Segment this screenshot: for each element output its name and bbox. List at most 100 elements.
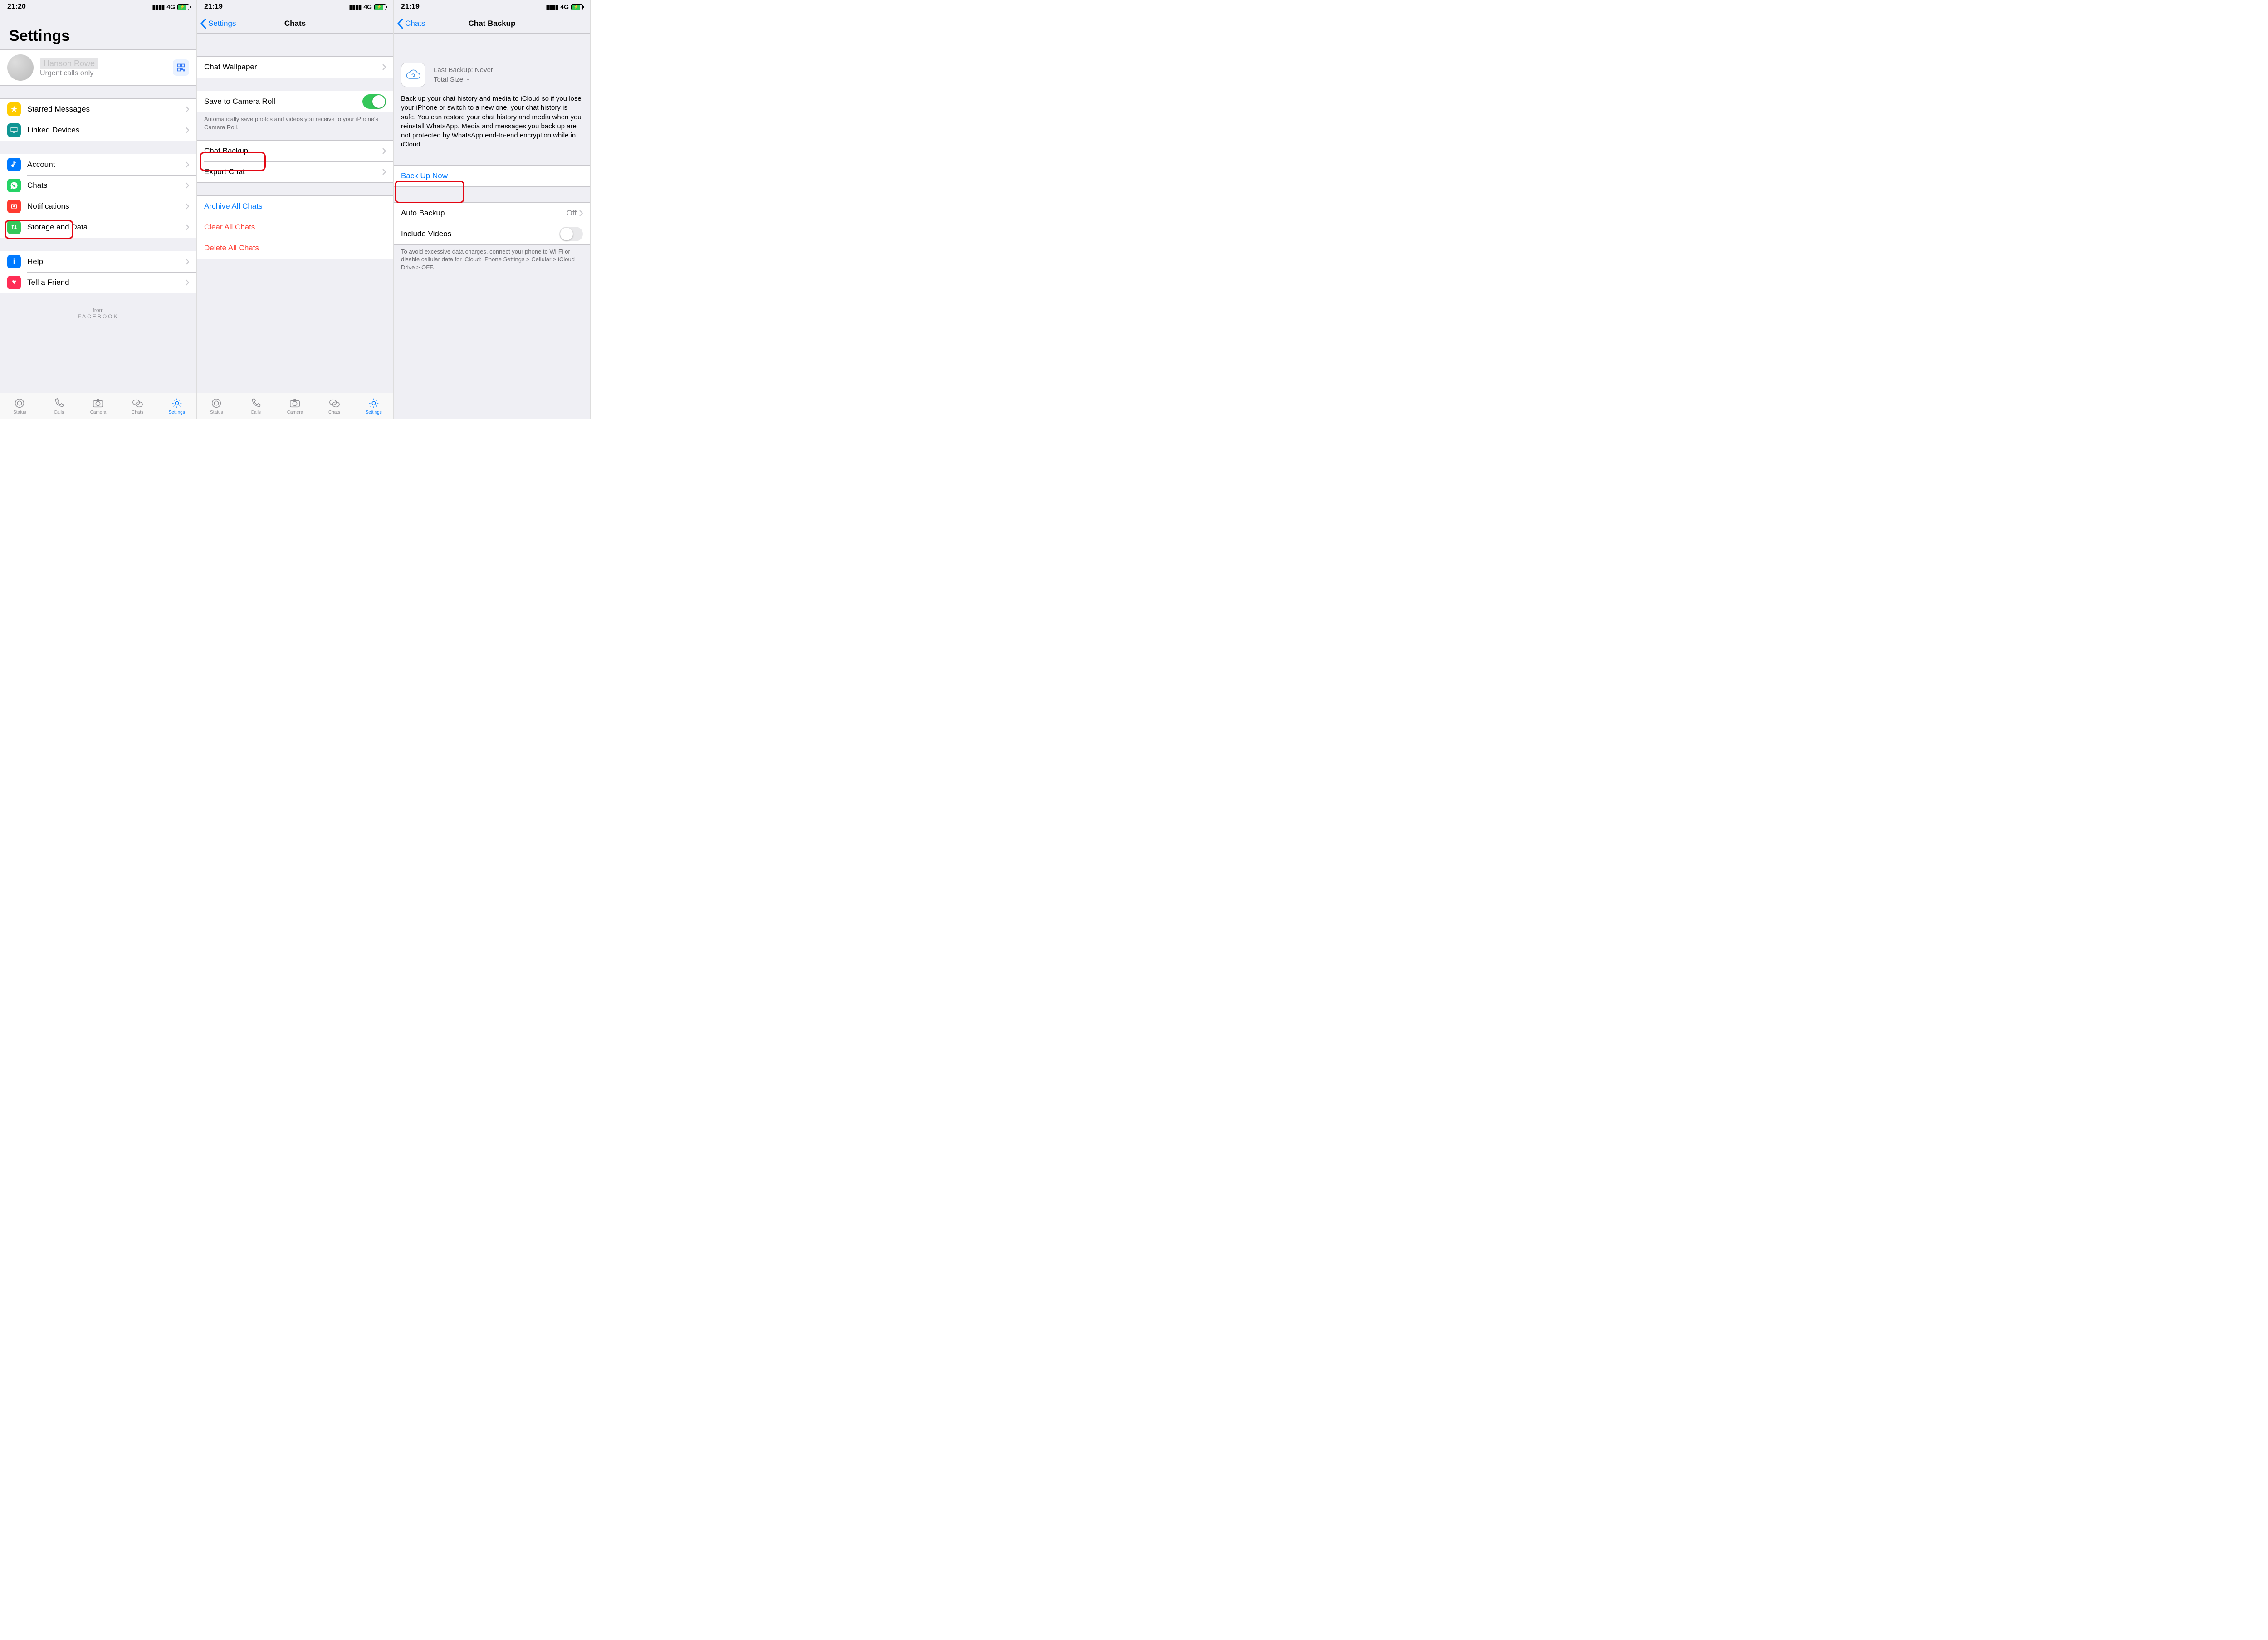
- row-label: Linked Devices: [27, 126, 186, 135]
- row-chat-wallpaper[interactable]: Chat Wallpaper: [197, 57, 393, 78]
- row-archive-all[interactable]: Archive All Chats: [197, 196, 393, 217]
- row-help[interactable]: i Help: [0, 251, 196, 272]
- back-button[interactable]: Chats: [397, 14, 425, 33]
- row-label: Notifications: [27, 202, 186, 211]
- tab-chats[interactable]: Chats: [118, 393, 157, 419]
- row-chat-backup[interactable]: Chat Backup: [197, 141, 393, 161]
- row-label: Delete All Chats: [204, 244, 386, 253]
- save-camera-note: Automatically save photos and videos you…: [197, 112, 393, 136]
- tab-label: Status: [210, 410, 223, 415]
- row-label: Chat Wallpaper: [204, 63, 382, 72]
- tab-label: Chats: [328, 410, 340, 415]
- status-bar: 21:19 ▮▮▮▮ 4G ⚡: [394, 0, 590, 14]
- row-tell-friend[interactable]: ♥ Tell a Friend: [0, 272, 196, 293]
- chevron-right-icon: [579, 210, 583, 216]
- tab-label: Camera: [287, 410, 303, 415]
- row-label: Account: [27, 160, 186, 169]
- row-chats[interactable]: Chats: [0, 175, 196, 196]
- row-backup-now[interactable]: Back Up Now: [394, 166, 590, 186]
- profile-name: Hanson Rowe: [40, 58, 98, 69]
- row-clear-all[interactable]: Clear All Chats: [197, 217, 393, 238]
- chevron-right-icon: [186, 127, 189, 133]
- updown-icon: [7, 220, 21, 234]
- total-size-value: -: [467, 76, 469, 83]
- row-label: Chats: [27, 181, 186, 190]
- status-bar: 21:20 ▮▮▮▮ 4G ⚡: [0, 0, 196, 14]
- row-label: Save to Camera Roll: [204, 97, 362, 106]
- qr-icon[interactable]: [173, 59, 189, 76]
- status-time: 21:19: [204, 3, 223, 11]
- row-account[interactable]: Account: [0, 154, 196, 175]
- toggle-save-camera[interactable]: [362, 94, 386, 109]
- row-starred-messages[interactable]: ★ Starred Messages: [0, 99, 196, 120]
- row-storage-data[interactable]: Storage and Data: [0, 217, 196, 238]
- back-button[interactable]: Settings: [200, 14, 236, 33]
- tab-bar: Status Calls Camera Chats Settings: [197, 393, 393, 419]
- row-label: Archive All Chats: [204, 202, 386, 211]
- tab-chats[interactable]: Chats: [315, 393, 354, 419]
- info-icon: i: [7, 255, 21, 268]
- page-title: Settings: [0, 14, 196, 49]
- row-delete-all[interactable]: Delete All Chats: [197, 238, 393, 259]
- avatar: [7, 54, 34, 81]
- signal-icon: ▮▮▮▮: [546, 3, 558, 11]
- tab-label: Calls: [251, 410, 261, 415]
- tab-settings[interactable]: Settings: [354, 393, 393, 419]
- nav-title: Chats: [284, 19, 306, 28]
- row-linked-devices[interactable]: Linked Devices: [0, 120, 196, 141]
- tab-label: Calls: [54, 410, 64, 415]
- row-label: Help: [27, 257, 186, 266]
- tab-status[interactable]: Status: [197, 393, 236, 419]
- battery-icon: ⚡: [177, 4, 189, 10]
- profile-row[interactable]: Hanson Rowe Urgent calls only: [0, 49, 196, 86]
- tab-calls[interactable]: Calls: [236, 393, 276, 419]
- chevron-right-icon: [382, 148, 386, 154]
- chevron-right-icon: [186, 182, 189, 189]
- network-label: 4G: [363, 3, 372, 10]
- screen-chats: 21:19 ▮▮▮▮ 4G ⚡ Settings Chats Chat Wall…: [197, 0, 394, 419]
- toggle-include-videos[interactable]: [559, 227, 583, 241]
- row-save-camera-roll[interactable]: Save to Camera Roll: [197, 91, 393, 112]
- row-value: Off: [567, 209, 577, 218]
- row-export-chat[interactable]: Export Chat: [197, 161, 393, 182]
- tab-camera[interactable]: Camera: [275, 393, 315, 419]
- tab-label: Camera: [90, 410, 107, 415]
- screen-settings: 21:20 ▮▮▮▮ 4G ⚡ Settings Hanson Rowe Urg…: [0, 0, 197, 419]
- row-label: Auto Backup: [401, 209, 567, 218]
- screen-chat-backup: 21:19 ▮▮▮▮ 4G ⚡ Chats Chat Backup Last B…: [394, 0, 591, 419]
- last-backup-label: Last Backup:: [434, 66, 473, 74]
- tab-calls[interactable]: Calls: [39, 393, 79, 419]
- row-notifications[interactable]: Notifications: [0, 196, 196, 217]
- backup-description: Back up your chat history and media to i…: [394, 90, 590, 154]
- tab-label: Chats: [132, 410, 143, 415]
- last-backup-value: Never: [475, 66, 493, 74]
- key-icon: [7, 158, 21, 171]
- nav-title: Chat Backup: [469, 19, 516, 28]
- wifi-note: To avoid excessive data charges, connect…: [394, 245, 590, 276]
- tab-label: Settings: [169, 410, 185, 415]
- from-footer: from FACEBOOK: [0, 307, 196, 320]
- row-label: Include Videos: [401, 229, 559, 239]
- signal-icon: ▮▮▮▮: [349, 3, 361, 11]
- tab-settings[interactable]: Settings: [157, 393, 196, 419]
- row-include-videos[interactable]: Include Videos: [394, 224, 590, 244]
- chevron-right-icon: [186, 161, 189, 168]
- row-label: Tell a Friend: [27, 278, 186, 287]
- tab-bar: Status Calls Camera Chats Settings: [0, 393, 196, 419]
- network-label: 4G: [166, 3, 175, 10]
- chevron-right-icon: [186, 259, 189, 265]
- cloud-icon: [401, 63, 425, 87]
- nav-bar: Chats Chat Backup: [394, 14, 590, 34]
- whatsapp-icon: [7, 179, 21, 192]
- star-icon: ★: [7, 102, 21, 116]
- chevron-right-icon: [186, 106, 189, 112]
- tab-status[interactable]: Status: [0, 393, 39, 419]
- bell-icon: [7, 200, 21, 213]
- row-auto-backup[interactable]: Auto Backup Off: [394, 203, 590, 224]
- heart-icon: ♥: [7, 276, 21, 289]
- status-time: 21:19: [401, 3, 420, 11]
- backup-status-row: Last Backup: Never Total Size: -: [394, 56, 590, 90]
- network-label: 4G: [560, 3, 569, 10]
- status-bar: 21:19 ▮▮▮▮ 4G ⚡: [197, 0, 393, 14]
- tab-camera[interactable]: Camera: [78, 393, 118, 419]
